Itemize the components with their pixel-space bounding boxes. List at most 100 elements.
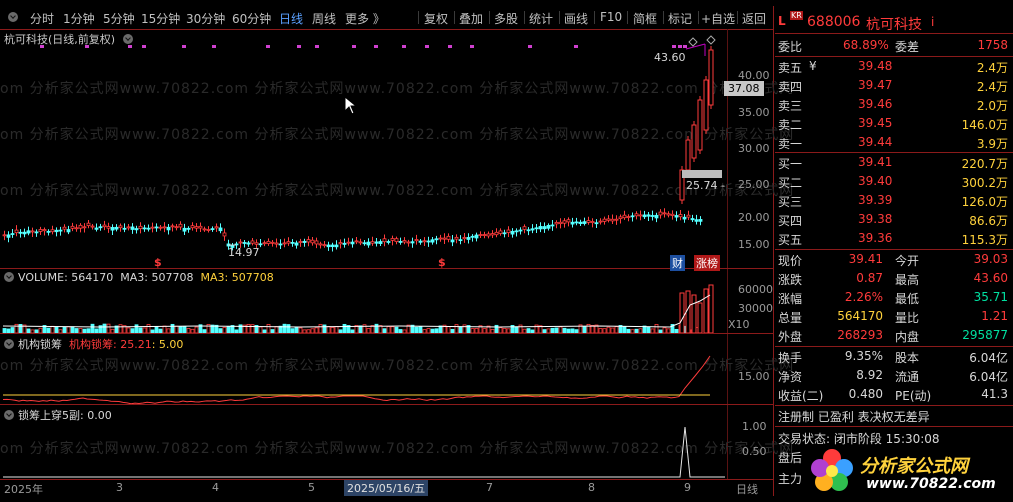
sell-row-2[interactable]: 卖二 39.45 146.0万: [775, 114, 1013, 133]
tool-duogu[interactable]: 多股: [494, 10, 518, 27]
tool-back[interactable]: 返回: [742, 10, 766, 27]
tool-huaxian[interactable]: 画线: [564, 10, 588, 27]
indicator-tick: 1.00: [742, 420, 767, 433]
tool-f10[interactable]: F10: [600, 10, 622, 24]
candle-body: [86, 222, 91, 226]
candle-body: [426, 240, 431, 243]
buy-row-1[interactable]: 买一 39.41 220.7万: [775, 153, 1013, 172]
volume-bar: [334, 326, 339, 333]
buy-row-2[interactable]: 买二 39.40 300.2万: [775, 172, 1013, 191]
candle-body: [322, 244, 327, 247]
candle-body: [662, 212, 667, 215]
candle-body: [158, 226, 163, 229]
signal-dot: [374, 45, 378, 48]
signal-dot: [182, 45, 186, 48]
period-daily[interactable]: 日线: [279, 10, 303, 27]
candle-body: [294, 242, 299, 246]
volume-bar: [130, 328, 135, 333]
candle-body: [494, 231, 499, 236]
info-icon[interactable]: i: [931, 15, 934, 29]
volume-chart[interactable]: [0, 283, 728, 333]
candle-body: [366, 241, 371, 246]
volume-bar: [674, 328, 679, 333]
event-marker: $: [438, 256, 446, 269]
volume-bar: [426, 328, 431, 333]
candle-body: [122, 227, 127, 230]
current-price-tag: 37.08: [724, 81, 764, 96]
volume-bar: [602, 328, 607, 333]
signal-dot: [574, 45, 578, 48]
sell-row-4[interactable]: 卖四 39.47 2.4万: [775, 76, 1013, 95]
candle-body: [442, 237, 447, 240]
period-15min[interactable]: 15分钟: [141, 10, 180, 27]
stat-row: 总量 564170 量比 1.21: [778, 309, 1008, 325]
volume-bar: [106, 323, 111, 333]
candle-body: [478, 234, 483, 236]
tool-diejia[interactable]: 叠加: [459, 10, 483, 27]
candle-body: [674, 215, 679, 218]
kr-badge-icon: KR: [790, 11, 803, 20]
signal-dot: [128, 45, 132, 48]
tool-jiankuang[interactable]: 简框: [633, 10, 657, 27]
candle-body: [182, 227, 187, 232]
candle-body: [334, 244, 339, 248]
tool-zixuan[interactable]: +自选: [701, 10, 735, 27]
candle-body: [18, 231, 23, 234]
menu-circle-icon[interactable]: [8, 12, 18, 22]
candle-body: [486, 233, 491, 237]
volume-bar: [286, 324, 291, 333]
volume-bar: [430, 328, 435, 333]
volume-bar: [234, 329, 239, 333]
rank-badge[interactable]: 涨榜: [694, 255, 720, 271]
buy-row-3[interactable]: 买三 39.39 126.0万: [775, 191, 1013, 210]
indicator-scsc-chart[interactable]: [0, 419, 728, 479]
volume-bar: [118, 324, 123, 333]
toolbar-divider: [489, 11, 490, 24]
toolbar-divider: [524, 11, 525, 24]
volume-bar: [550, 327, 555, 333]
volume-bar: [708, 284, 714, 333]
signal-dot: [212, 45, 216, 48]
weibi-row: 委比 68.89% 委差 1758: [778, 38, 1008, 54]
tool-tongji[interactable]: 统计: [529, 10, 553, 27]
period-fenshi[interactable]: 分时: [30, 10, 54, 27]
stock-name: 杭可科技: [866, 17, 922, 33]
period-weekly[interactable]: 周线: [312, 10, 336, 27]
volume-bar: [142, 327, 147, 333]
candle-body: [446, 235, 451, 240]
period-30min[interactable]: 30分钟: [186, 10, 225, 27]
sell-row-1[interactable]: 卖一 39.44 3.9万: [775, 133, 1013, 152]
buy-row-4[interactable]: 买四 39.38 86.6万: [775, 210, 1013, 229]
weibi-value: 68.89%: [843, 38, 889, 52]
tool-biaoji[interactable]: 标记: [668, 10, 692, 27]
buy-row-5[interactable]: 买五 39.36 115.3万: [775, 229, 1013, 248]
volume-bar: [294, 326, 299, 333]
tool-fuquan[interactable]: 复权: [424, 10, 448, 27]
candlestick-chart[interactable]: [0, 30, 773, 268]
candle-body: [454, 236, 459, 240]
candle-body: [402, 240, 407, 243]
volume-bar: [574, 329, 579, 333]
volume-bar: [54, 326, 59, 333]
period-more[interactable]: 更多 》: [345, 10, 385, 27]
candle-body: [626, 216, 631, 218]
candle-body: [586, 220, 591, 223]
candle-body: [10, 233, 15, 235]
volume-dropdown-icon[interactable]: [4, 272, 14, 282]
volume-bar: [174, 325, 179, 333]
candle-body: [34, 231, 39, 234]
finance-badge[interactable]: 财: [670, 255, 685, 271]
xaxis-label: 4: [212, 481, 219, 494]
volume-bar: [222, 327, 227, 333]
period-5min[interactable]: 5分钟: [103, 10, 135, 27]
toolbar-divider: [698, 11, 699, 24]
volume-bar: [298, 327, 303, 333]
volume-bar: [622, 326, 627, 333]
period-1min[interactable]: 1分钟: [63, 10, 95, 27]
price-tick: 35.00: [738, 106, 770, 119]
sell-row-5[interactable]: 卖五 ¥39.48 2.4万: [775, 57, 1013, 76]
indicator-jgsc-chart[interactable]: [0, 348, 728, 404]
candle-body: [558, 221, 563, 225]
period-60min[interactable]: 60分钟: [232, 10, 271, 27]
sell-row-3[interactable]: 卖三 39.46 2.0万: [775, 95, 1013, 114]
